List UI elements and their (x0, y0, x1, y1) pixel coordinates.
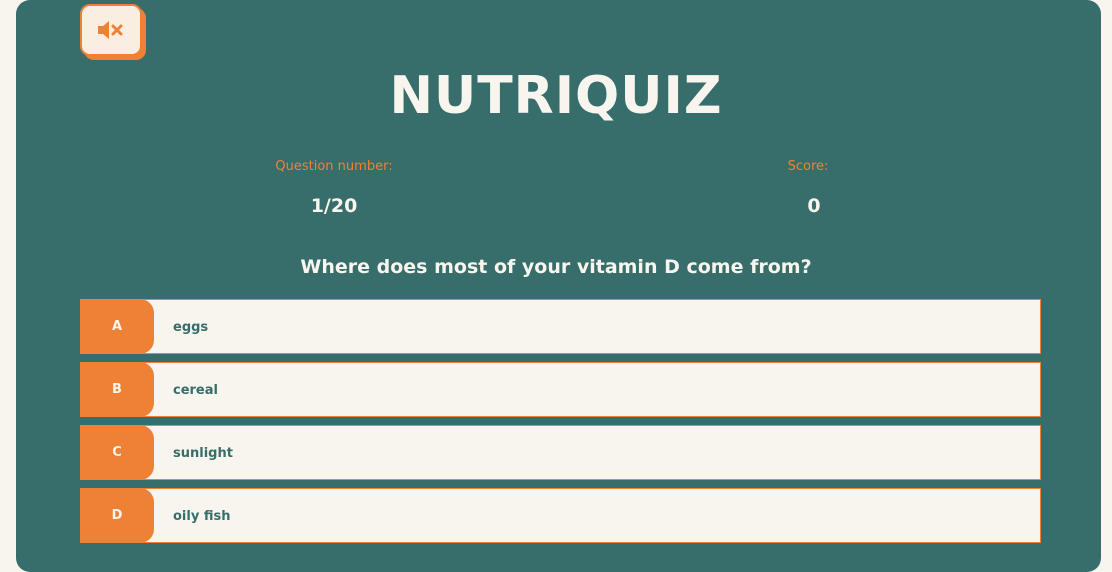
option-letter-badge: A (80, 299, 154, 354)
option-letter-badge: D (80, 488, 154, 543)
option-text: cereal (173, 383, 218, 398)
option-text: oily fish (173, 509, 231, 524)
score-label: Score: (787, 159, 829, 174)
answer-option-a[interactable]: A eggs (80, 299, 1041, 354)
answer-option-d[interactable]: D oily fish (80, 488, 1041, 543)
app-title: NUTRIQUIZ (389, 66, 723, 126)
answer-option-b[interactable]: B cereal (80, 362, 1041, 417)
question-number-value: 1/20 (310, 195, 358, 217)
option-text: sunlight (173, 446, 233, 461)
answer-options: A eggs B cereal C sunlight D oily fish (80, 299, 1041, 551)
speaker-muted-icon (98, 21, 123, 39)
score-value: 0 (807, 195, 821, 217)
option-text: eggs (173, 320, 209, 335)
question-number-label: Question number: (275, 159, 393, 174)
mute-button[interactable] (80, 4, 142, 56)
option-letter-badge: B (80, 362, 154, 417)
answer-option-c[interactable]: C sunlight (80, 425, 1041, 480)
option-letter-badge: C (80, 425, 154, 480)
question-text: Where does most of your vitamin D come f… (300, 256, 812, 278)
